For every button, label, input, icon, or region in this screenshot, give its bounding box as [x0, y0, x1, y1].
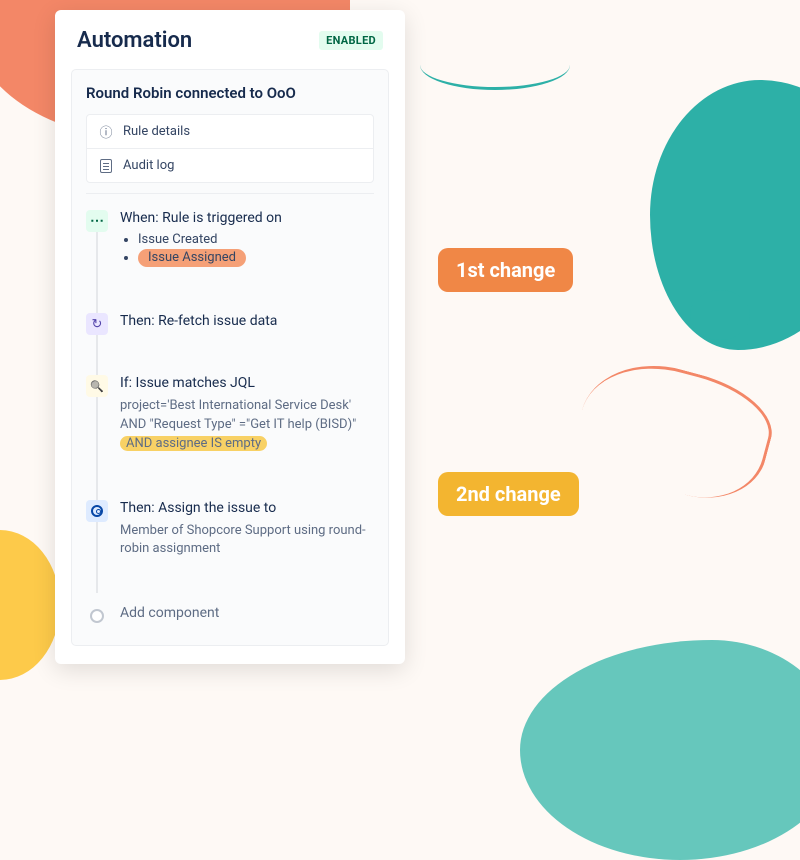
divider — [86, 193, 374, 194]
add-component-label: Add component — [120, 605, 374, 621]
trigger-event-assigned: Issue Assigned — [138, 249, 374, 267]
nav-rule-details[interactable]: Rule details — [87, 115, 373, 148]
search-icon — [86, 375, 108, 397]
highlight-issue-assigned: Issue Assigned — [138, 249, 246, 267]
step-refetch-title: Then: Re-fetch issue data — [120, 313, 374, 329]
step-action[interactable]: Then: Assign the issue to Member of Shop… — [120, 500, 374, 560]
assign-user-icon — [86, 500, 108, 522]
jql-text-prefix: project='Best International Service Desk… — [120, 398, 356, 432]
annotation-second-change: 2nd change — [438, 472, 579, 516]
trigger-events-list: Issue Created Issue Assigned — [120, 232, 374, 267]
refetch-icon — [86, 313, 108, 335]
bg-blob-teal-bottom — [520, 640, 800, 860]
step-action-body: Member of Shopcore Support using round-r… — [120, 522, 374, 560]
step-action-title: Then: Assign the issue to — [120, 500, 374, 516]
step-rail — [96, 220, 98, 593]
step-condition[interactable]: If: Issue matches JQL project='Best Inte… — [120, 375, 374, 454]
nav-audit-log[interactable]: Audit log — [87, 148, 373, 182]
nav-audit-log-label: Audit log — [123, 158, 174, 173]
bg-stroke-coral — [568, 347, 783, 512]
bg-blob-teal-small — [690, 290, 750, 340]
bg-stroke-teal — [420, 40, 570, 90]
bg-blob-yellow-left — [0, 530, 60, 680]
nav-rule-details-label: Rule details — [123, 124, 190, 139]
step-condition-title: If: Issue matches JQL — [120, 375, 374, 391]
panel-header: Automation ENABLED — [71, 28, 389, 53]
info-icon — [99, 125, 113, 139]
step-trigger[interactable]: When: Rule is triggered on Issue Created… — [120, 210, 374, 267]
step-condition-jql: project='Best International Service Desk… — [120, 397, 374, 454]
add-component[interactable]: Add component — [120, 605, 374, 621]
trigger-event-created: Issue Created — [138, 232, 374, 247]
step-refetch[interactable]: Then: Re-fetch issue data — [120, 313, 374, 329]
trigger-icon — [86, 210, 108, 232]
rule-card: Round Robin connected to OoO Rule detail… — [71, 69, 389, 646]
rule-title: Round Robin connected to OoO — [86, 84, 374, 102]
rule-steps: When: Rule is triggered on Issue Created… — [86, 210, 374, 621]
step-trigger-title: When: Rule is triggered on — [120, 210, 374, 226]
add-icon — [90, 609, 104, 623]
log-icon — [99, 159, 113, 173]
highlight-jql-assignee-empty: AND assignee IS empty — [120, 436, 267, 451]
annotation-first-change: 1st change — [438, 248, 573, 292]
page-title: Automation — [77, 28, 192, 53]
rule-nav: Rule details Audit log — [86, 114, 374, 183]
automation-panel: Automation ENABLED Round Robin connected… — [55, 10, 405, 664]
status-badge: ENABLED — [319, 31, 383, 50]
